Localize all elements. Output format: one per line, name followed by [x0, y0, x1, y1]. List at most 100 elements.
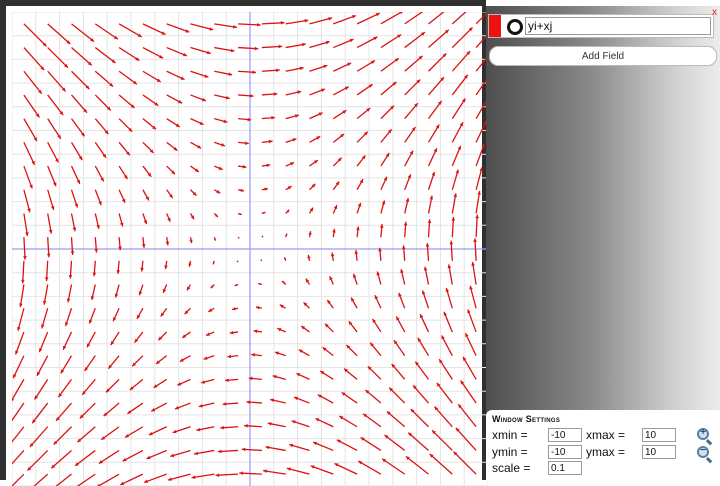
xmin-input[interactable] — [548, 428, 582, 442]
field-arrow-head — [138, 291, 143, 296]
field-arrow-head — [118, 246, 122, 251]
field-arrow-head — [278, 44, 283, 49]
field-arrow-shaft — [76, 473, 96, 486]
field-arrow-shaft — [410, 408, 429, 428]
window-settings-title: Window Settings — [492, 414, 561, 424]
field-arrow-shaft — [12, 355, 25, 379]
field-arrow-shaft — [23, 142, 36, 166]
field-expression-input[interactable] — [525, 17, 711, 35]
ymax-label: ymax = — [586, 445, 626, 459]
field-arrow-shaft — [23, 23, 47, 47]
field-color-swatch[interactable] — [489, 15, 501, 37]
field-arrow-head — [244, 423, 248, 428]
field-arrow-shaft — [428, 29, 450, 49]
field-arrow-shaft — [12, 402, 25, 422]
field-arrow-head — [23, 256, 27, 260]
field-arrow-shaft — [34, 378, 49, 400]
field-arrow-head — [94, 248, 99, 253]
field-row — [488, 14, 714, 38]
field-arrow-head — [280, 21, 285, 25]
field-arrow-shaft — [29, 426, 49, 448]
field-arrow-shaft — [98, 449, 120, 465]
field-arrow-shaft — [12, 426, 25, 443]
field-arrow-shaft — [31, 402, 49, 424]
field-arrow-shaft — [436, 382, 453, 404]
field-arrow-shaft — [428, 12, 445, 25]
zoom-out-symbol: − — [700, 445, 706, 456]
field-arrow-shaft — [94, 23, 119, 40]
field-arrow-shaft — [462, 356, 477, 380]
field-arrow-head — [248, 376, 253, 381]
field-arrow-shaft — [433, 406, 453, 428]
field-arrow-head — [254, 46, 259, 51]
vector-field-plot[interactable] — [0, 0, 488, 486]
field-arrow-shaft — [356, 12, 380, 25]
field-arrow-head — [403, 221, 408, 226]
field-arrow-shaft — [438, 358, 453, 380]
xmax-input[interactable] — [642, 428, 676, 442]
field-arrow-shaft — [333, 14, 357, 25]
scale-input[interactable] — [548, 461, 582, 475]
field-arrow-shaft — [404, 12, 424, 25]
field-arrow-shaft — [429, 453, 453, 475]
field-arrow-head — [247, 117, 252, 122]
field-arrow-head — [21, 279, 25, 284]
field-arrow-shaft — [310, 465, 334, 475]
field-arrow-head — [217, 449, 222, 454]
field-arrow-shaft — [451, 12, 467, 25]
field-arrow-shaft — [27, 449, 49, 472]
close-icon[interactable]: x — [712, 8, 717, 18]
field-arrow-shaft — [53, 426, 72, 445]
field-arrow-shaft — [455, 427, 477, 451]
field-arrow-shaft — [380, 33, 402, 49]
window-settings-panel: Window Settings xmin = xmax = ymin = yma… — [486, 410, 720, 480]
field-arrow-shaft — [407, 432, 429, 451]
field-arrow-head — [44, 277, 49, 281]
add-field-button[interactable]: Add Field — [489, 46, 717, 66]
field-arrow-shaft — [47, 47, 69, 69]
field-arrow-shaft — [475, 143, 486, 167]
field-arrow-shaft — [380, 12, 403, 25]
field-arrow-shaft — [381, 458, 406, 475]
field-arrow-shaft — [166, 23, 190, 33]
field-arrow-shaft — [464, 332, 477, 356]
field-arrow-head — [352, 273, 357, 278]
ymax-input[interactable] — [642, 445, 676, 459]
field-arrow-head — [473, 238, 477, 242]
field-arrow-shaft — [118, 47, 140, 62]
scale-label: scale = — [492, 461, 531, 475]
zoom-in-icon[interactable]: + — [697, 427, 713, 446]
field-arrow-head — [70, 251, 75, 255]
field-arrow-shaft — [431, 429, 453, 451]
field-arrow-shaft — [14, 331, 25, 355]
field-arrow-shaft — [47, 70, 67, 92]
field-arrow-head — [449, 240, 454, 245]
ymin-input[interactable] — [548, 445, 582, 459]
field-arrow-head — [203, 356, 208, 360]
field-arrow-head — [425, 243, 430, 247]
field-arrow-head — [274, 351, 279, 355]
ymin-label: ymin = — [492, 445, 528, 459]
field-arrow-head — [74, 203, 79, 208]
field-arrow-head — [276, 68, 280, 73]
field-arrow-shaft — [118, 23, 143, 38]
field-arrow-shaft — [142, 23, 166, 36]
field-arrow-shaft — [33, 473, 49, 486]
field-arrow-head — [46, 253, 51, 258]
field-arrow-head — [475, 214, 479, 219]
field-arrow-shaft — [23, 94, 40, 118]
field-arrow-head — [220, 425, 224, 430]
field-arrow-head — [239, 471, 243, 475]
field-visibility-toggle-icon[interactable] — [507, 19, 523, 35]
plot-canvas[interactable] — [12, 12, 488, 486]
field-arrow-shaft — [451, 74, 469, 96]
field-arrow-shaft — [404, 31, 426, 49]
field-arrow-shaft — [467, 309, 477, 333]
field-arrow-head — [401, 245, 406, 250]
field-arrow-head — [252, 70, 256, 75]
field-arrow-head — [92, 272, 97, 277]
field-arrow-shaft — [71, 70, 90, 90]
xmin-label: xmin = — [492, 428, 528, 442]
field-arrow-shaft — [12, 473, 25, 486]
zoom-out-icon[interactable]: − — [697, 445, 713, 464]
